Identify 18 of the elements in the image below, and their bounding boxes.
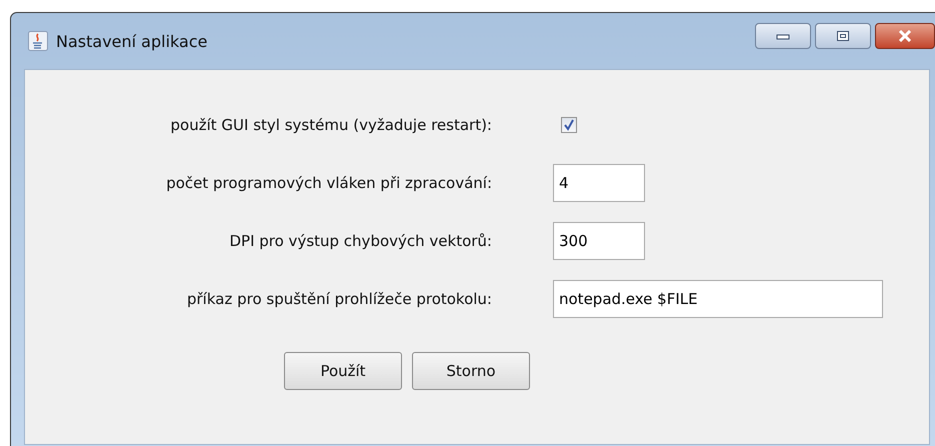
maximize-button[interactable] bbox=[815, 23, 871, 49]
dialog-button[interactable]: Storno bbox=[412, 352, 530, 390]
input-field[interactable]: notepad.exe $FILE bbox=[553, 280, 883, 318]
close-button[interactable] bbox=[875, 23, 935, 49]
setting-label: DPI pro výstup chybových vektorů: bbox=[228, 232, 492, 250]
setting-label: použít GUI styl systému (vyžaduje restart): bbox=[170, 116, 492, 134]
window-title: Nastavení aplikace bbox=[56, 32, 208, 50]
app-icon bbox=[28, 31, 48, 51]
close-icon bbox=[897, 30, 913, 42]
setting-label: příkaz pro spuštění prohlížeče protokolu: bbox=[186, 290, 492, 308]
minimize-button[interactable] bbox=[755, 23, 811, 49]
setting-label: počet programových vláken při zpracování: bbox=[165, 174, 492, 192]
dialog-button[interactable]: Použít bbox=[284, 352, 402, 390]
input-field[interactable]: 300 bbox=[553, 222, 645, 260]
input-field[interactable]: 4 bbox=[553, 164, 645, 202]
checkbox[interactable] bbox=[561, 117, 577, 133]
restore-icon bbox=[836, 30, 850, 42]
minimize-icon bbox=[776, 32, 790, 40]
